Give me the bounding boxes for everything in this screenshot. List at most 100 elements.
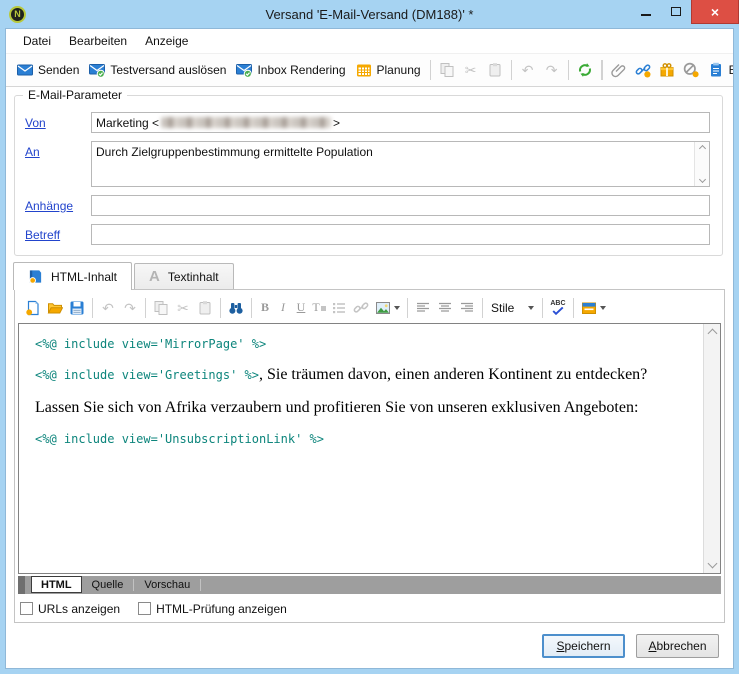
an-link[interactable]: An	[25, 141, 91, 159]
refresh-button[interactable]	[573, 59, 597, 81]
content-tabs: HTML-Inhalt A Textinhalt	[6, 262, 733, 290]
anhaenge-field[interactable]	[91, 195, 710, 216]
new-document-button[interactable]	[22, 297, 44, 319]
editor-cut-button: ✂	[172, 297, 194, 319]
body-text: Lassen Sie sich von Afrika verzaubern un…	[35, 399, 639, 416]
anhaenge-link[interactable]: Anhänge	[25, 195, 91, 213]
align-left-button[interactable]	[412, 297, 434, 319]
scroll-down-icon[interactable]	[707, 558, 717, 569]
scissors-icon: ✂	[464, 62, 477, 78]
greeting-line: <%@ include view='Greetings' %>, Sie trä…	[35, 366, 687, 384]
toolbar-separator	[429, 60, 431, 80]
floppy-disk-icon	[70, 301, 84, 314]
von-field[interactable]: Marketing < >	[91, 112, 710, 133]
open-button[interactable]	[44, 297, 66, 319]
copy-icon	[440, 63, 454, 77]
attachments-button[interactable]	[607, 59, 631, 81]
html-editor-canvas[interactable]: <%@ include view='MirrorPage' %> <%@ inc…	[19, 324, 703, 573]
cut-button: ✂	[459, 59, 483, 81]
tracking-links-button[interactable]	[631, 59, 655, 81]
envelope-icon	[17, 64, 33, 76]
copy-button	[435, 59, 459, 81]
align-right-button[interactable]	[456, 297, 478, 319]
send-label: Senden	[38, 63, 80, 77]
menu-anzeige[interactable]: Anzeige	[136, 29, 197, 53]
close-button[interactable]: ×	[691, 0, 739, 24]
spellcheck-abc: ABC	[550, 300, 566, 307]
urls-checkbox-row[interactable]: URLs anzeigen	[20, 602, 120, 616]
save-dialog-button[interactable]: Speichern	[542, 634, 625, 658]
anhaenge-row: Anhänge	[25, 195, 710, 216]
styles-dropdown[interactable]: Stile	[487, 298, 538, 318]
von-link[interactable]: Von	[25, 112, 91, 130]
menu-bearbeiten[interactable]: Bearbeiten	[60, 29, 136, 53]
include-greetings: <%@ include view='Greetings' %>	[35, 368, 259, 382]
view-tab-quelle[interactable]: Quelle	[82, 576, 134, 594]
find-button[interactable]	[225, 297, 247, 319]
urls-checkbox[interactable]	[20, 602, 33, 615]
editor-redo-button: ↷	[119, 297, 141, 319]
strip-handle	[18, 576, 25, 594]
an-field[interactable]: Durch Zielgruppenbestimmung ermittelte P…	[91, 141, 710, 187]
properties-button[interactable]: Eigensch	[703, 59, 733, 81]
scroll-up-icon[interactable]	[698, 144, 706, 153]
paste-button	[483, 59, 507, 81]
view-tab-html[interactable]: HTML	[31, 576, 82, 593]
copy-icon	[154, 300, 168, 315]
toolbar-separator	[251, 297, 252, 318]
html-content-page: ↶ ↷ ✂ B I U T Stile ABC <%@ include view…	[14, 289, 725, 623]
maximize-button[interactable]	[661, 0, 691, 22]
content-block-icon	[581, 302, 596, 314]
new-document-icon	[26, 300, 39, 315]
personalization-block-button[interactable]	[578, 297, 609, 319]
spellcheck-button[interactable]: ABC	[547, 299, 568, 316]
toolbar-separator	[220, 297, 221, 318]
redo-button: ↷	[540, 59, 564, 81]
scroll-down-icon[interactable]	[698, 175, 706, 184]
betreff-field[interactable]	[91, 224, 710, 245]
inbox-rendering-button[interactable]: Inbox Rendering	[231, 59, 350, 81]
tab-html-inhalt[interactable]: HTML-Inhalt	[13, 262, 133, 290]
align-center-button[interactable]	[434, 297, 456, 319]
minimize-icon	[641, 14, 651, 16]
insert-image-button[interactable]	[372, 297, 403, 319]
close-icon: ×	[710, 3, 720, 20]
send-button[interactable]: Senden	[12, 59, 84, 81]
gift-icon	[660, 63, 674, 77]
font-size-button: T	[310, 300, 328, 315]
properties-label: Eigensch	[729, 63, 733, 77]
menu-datei[interactable]: Datei	[14, 29, 60, 53]
align-right-icon	[461, 302, 473, 312]
offer-button[interactable]	[655, 59, 679, 81]
save-button[interactable]	[66, 297, 88, 319]
dropdown-arrow-icon[interactable]	[394, 305, 400, 310]
scroll-up-icon[interactable]	[707, 328, 717, 339]
an-row: An Durch Zielgruppenbestimmung ermittelt…	[25, 141, 710, 187]
envelope-check-icon	[236, 64, 253, 78]
editor-undo-button: ↶	[97, 297, 119, 319]
link-icon	[353, 301, 369, 313]
editor-copy-button	[150, 297, 172, 319]
font-size-glyph: T	[312, 300, 320, 314]
cancel-dialog-button[interactable]: Abbrechen	[636, 634, 719, 658]
test-send-button[interactable]: Testversand auslösen	[84, 59, 231, 81]
von-value-suffix: >	[333, 115, 341, 130]
von-value-prefix: Marketing <	[96, 115, 160, 130]
betreff-link[interactable]: Betreff	[25, 224, 91, 242]
proof-button[interactable]	[679, 59, 703, 81]
options-row: URLs anzeigen HTML-Prüfung anzeigen	[18, 594, 721, 619]
html-check-checkbox-row[interactable]: HTML-Prüfung anzeigen	[138, 602, 287, 616]
align-left-icon	[417, 302, 429, 312]
view-tab-vorschau[interactable]: Vorschau	[134, 576, 200, 594]
von-row: Von Marketing < >	[25, 112, 710, 133]
tab-textinhalt[interactable]: A Textinhalt	[134, 263, 234, 290]
dropdown-arrow-icon[interactable]	[599, 305, 606, 310]
planning-button[interactable]: Planung	[351, 59, 426, 81]
list-icon	[333, 302, 345, 313]
envelope-check-icon	[89, 64, 106, 78]
minimize-button[interactable]	[631, 0, 661, 22]
styles-dropdown-label: Stile	[491, 300, 515, 315]
editor-scrollbar[interactable]	[703, 324, 720, 573]
html-check-checkbox[interactable]	[138, 602, 152, 615]
an-scrollbar[interactable]	[694, 142, 709, 186]
